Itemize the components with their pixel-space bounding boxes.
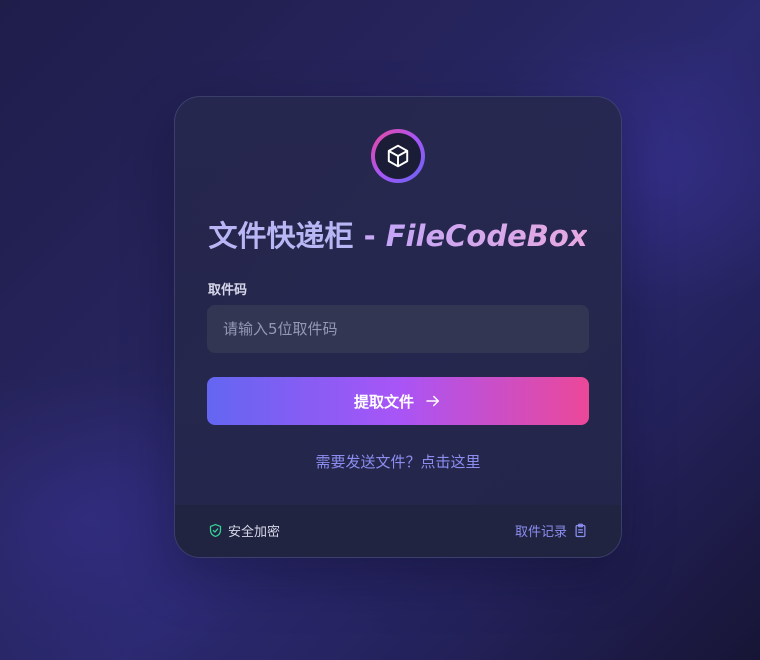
- logo-inner: [375, 133, 421, 179]
- page-title: 文件快递柜 - FileCodeBox: [175, 213, 621, 255]
- cube-icon: [387, 144, 409, 168]
- arrow-right-icon: [424, 392, 442, 410]
- logo: [371, 129, 425, 183]
- retrieve-button[interactable]: 提取文件: [207, 377, 589, 425]
- history-label: 取件记录: [514, 525, 567, 540]
- title-cn: 文件快递柜: [208, 219, 354, 253]
- clipboard-icon: [575, 523, 586, 538]
- card-footer: 安全加密 取件记录: [175, 505, 621, 557]
- send-file-link[interactable]: 需要发送文件？点击这里: [175, 451, 621, 472]
- secure-label: 安全加密: [228, 525, 281, 540]
- code-label: 取件码: [208, 283, 248, 298]
- secure-badge: 安全加密: [208, 521, 280, 540]
- retrieve-button-label: 提取文件: [353, 392, 414, 411]
- title-separator: -: [353, 219, 386, 253]
- title-en: FileCodeBox: [385, 219, 588, 253]
- history-link[interactable]: 取件记录: [515, 521, 588, 540]
- shield-check-icon: [209, 523, 222, 538]
- code-input[interactable]: [207, 305, 589, 353]
- retrieve-card: 文件快递柜 - FileCodeBox 取件码 提取文件 需要发送文件？点击这里…: [174, 96, 622, 558]
